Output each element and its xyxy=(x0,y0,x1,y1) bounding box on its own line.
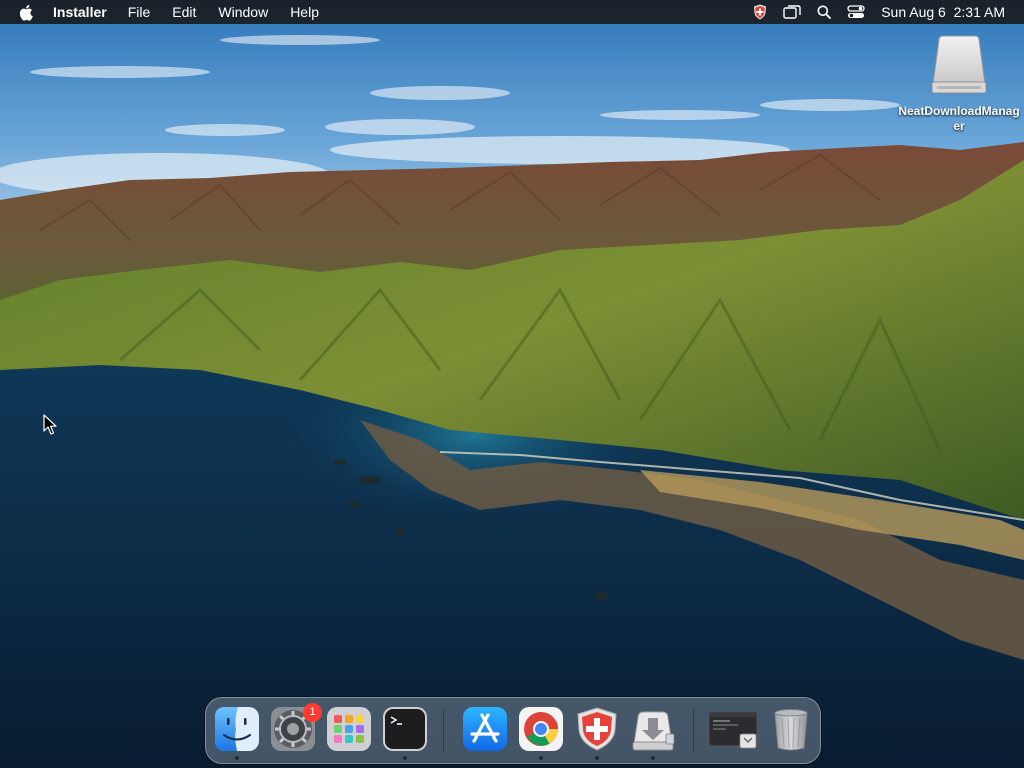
dock-item-security-app[interactable] xyxy=(574,706,620,760)
desktop-drive-label: NeatDownloadManager xyxy=(898,104,1020,133)
dock-item-trash[interactable] xyxy=(768,706,814,752)
shield-icon[interactable] xyxy=(753,4,767,20)
chrome-icon xyxy=(519,707,563,751)
screen-mirroring-icon[interactable] xyxy=(783,5,801,19)
dock-item-terminal[interactable] xyxy=(382,706,428,760)
notification-badge: 1 xyxy=(303,703,322,722)
app-store-icon xyxy=(463,707,507,751)
search-icon[interactable] xyxy=(817,5,832,19)
dock-item-app-store[interactable] xyxy=(462,706,508,752)
running-indicator xyxy=(539,756,543,760)
clock-date: Sun Aug 6 xyxy=(881,4,946,20)
terminal-icon xyxy=(383,707,427,751)
dock-item-finder[interactable] xyxy=(214,706,260,760)
dock-item-chrome[interactable] xyxy=(518,706,564,760)
dock-separator xyxy=(693,708,694,752)
menu-bar: Installer File Edit Window Help Sun Aug … xyxy=(0,0,1024,24)
desktop-wallpaper xyxy=(0,0,1024,768)
disk-image-icon xyxy=(931,35,987,94)
apple-menu-icon[interactable] xyxy=(19,4,33,21)
dock: 1 xyxy=(205,697,821,764)
running-indicator xyxy=(403,756,407,760)
desktop-drive-neatdownloadmanager[interactable]: NeatDownloadManager xyxy=(896,34,1022,134)
menu-help[interactable]: Help xyxy=(290,4,319,20)
menu-clock[interactable]: Sun Aug 6 2:31 AM xyxy=(881,4,1005,20)
dock-item-launchpad[interactable] xyxy=(326,706,372,752)
trash-icon xyxy=(774,709,808,751)
menu-edit[interactable]: Edit xyxy=(172,4,196,20)
dock-item-minimized-window[interactable] xyxy=(708,706,760,752)
menu-file[interactable]: File xyxy=(128,4,151,20)
running-indicator xyxy=(235,756,239,760)
running-indicator xyxy=(651,756,655,760)
dock-item-system-preferences[interactable]: 1 xyxy=(270,703,322,752)
installer-icon xyxy=(632,711,675,751)
control-center-icon[interactable] xyxy=(847,5,865,19)
clock-time: 2:31 AM xyxy=(953,4,1005,20)
shield-app-icon xyxy=(577,707,617,751)
menu-app-installer[interactable]: Installer xyxy=(53,4,107,20)
mouse-pointer-icon xyxy=(43,414,57,435)
dock-item-installer[interactable] xyxy=(630,706,676,760)
menu-window[interactable]: Window xyxy=(218,4,268,20)
launchpad-icon xyxy=(327,707,371,751)
dock-separator xyxy=(443,708,444,752)
running-indicator xyxy=(595,756,599,760)
finder-icon xyxy=(215,707,259,751)
minimized-window-icon xyxy=(708,711,758,749)
